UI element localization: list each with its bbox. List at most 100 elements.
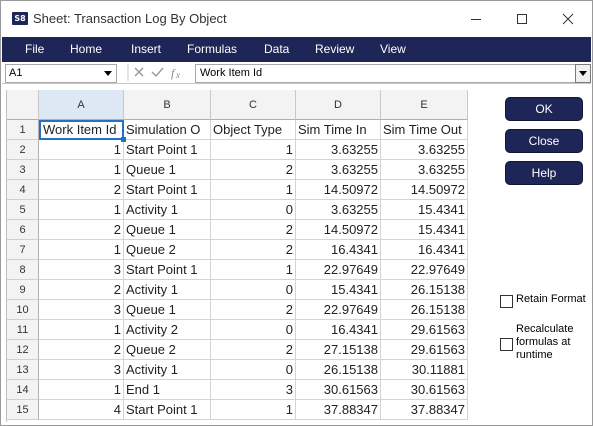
column-header[interactable]: D: [296, 90, 381, 120]
ok-button[interactable]: OK: [506, 98, 582, 120]
table-cell[interactable]: 2: [211, 300, 296, 320]
table-cell[interactable]: 27.15138: [296, 340, 381, 360]
table-cell[interactable]: 0: [211, 320, 296, 340]
table-cell[interactable]: 1: [211, 180, 296, 200]
menu-insert[interactable]: Insert: [131, 42, 161, 56]
table-cell[interactable]: 16.4341: [381, 240, 468, 260]
table-cell[interactable]: 3.63255: [296, 200, 381, 220]
table-cell[interactable]: 15.4341: [381, 220, 468, 240]
table-cell[interactable]: 2: [211, 340, 296, 360]
table-cell[interactable]: Queue 2: [124, 240, 211, 260]
row-header[interactable]: 6: [7, 220, 39, 240]
row-header[interactable]: 3: [7, 160, 39, 180]
table-cell[interactable]: 2: [39, 220, 124, 240]
row-header[interactable]: 9: [7, 280, 39, 300]
header-cell[interactable]: Simulation O: [124, 120, 211, 140]
table-cell[interactable]: 2: [39, 340, 124, 360]
row-header[interactable]: 1: [7, 120, 39, 140]
column-header[interactable]: E: [381, 90, 468, 120]
formula-input[interactable]: Work Item Id: [195, 64, 576, 83]
table-cell[interactable]: 0: [211, 280, 296, 300]
table-cell[interactable]: 22.97649: [381, 260, 468, 280]
row-header[interactable]: 7: [7, 240, 39, 260]
table-cell[interactable]: 1: [39, 320, 124, 340]
column-header[interactable]: B: [124, 90, 211, 120]
table-cell[interactable]: 1: [211, 140, 296, 160]
table-cell[interactable]: 26.15138: [381, 280, 468, 300]
table-cell[interactable]: 37.88347: [296, 400, 381, 420]
recalculate-checkbox[interactable]: [500, 338, 513, 351]
table-cell[interactable]: 3: [39, 300, 124, 320]
close-window-button[interactable]: [545, 1, 591, 37]
cell-reference-box[interactable]: A1: [5, 64, 117, 83]
fill-handle[interactable]: [121, 137, 126, 142]
table-cell[interactable]: Queue 1: [124, 220, 211, 240]
retain-format-checkbox[interactable]: [500, 295, 513, 308]
table-cell[interactable]: 2: [211, 240, 296, 260]
row-header[interactable]: 13: [7, 360, 39, 380]
row-header[interactable]: 8: [7, 260, 39, 280]
menu-home[interactable]: Home: [70, 42, 102, 56]
insert-function-icon[interactable]: f x: [171, 66, 180, 80]
table-cell[interactable]: 22.97649: [296, 300, 381, 320]
table-cell[interactable]: Queue 1: [124, 160, 211, 180]
table-cell[interactable]: 22.97649: [296, 260, 381, 280]
table-cell[interactable]: 1: [39, 240, 124, 260]
table-cell[interactable]: End 1: [124, 380, 211, 400]
row-header[interactable]: 2: [7, 140, 39, 160]
row-header[interactable]: 15: [7, 400, 39, 420]
menu-formulas[interactable]: Formulas: [187, 42, 237, 56]
formula-expand-button[interactable]: [575, 64, 591, 83]
row-header[interactable]: 4: [7, 180, 39, 200]
header-cell[interactable]: Object Type: [211, 120, 296, 140]
retain-format-option[interactable]: Retain Format: [500, 293, 586, 308]
table-cell[interactable]: 30.61563: [381, 380, 468, 400]
column-header[interactable]: C: [211, 90, 296, 120]
menu-file[interactable]: File: [25, 42, 44, 56]
table-cell[interactable]: 15.4341: [381, 200, 468, 220]
table-cell[interactable]: 1: [39, 200, 124, 220]
table-cell[interactable]: 26.15138: [381, 300, 468, 320]
maximize-button[interactable]: [499, 1, 545, 37]
table-cell[interactable]: 2: [211, 220, 296, 240]
table-cell[interactable]: Activity 1: [124, 200, 211, 220]
table-cell[interactable]: 3.63255: [296, 160, 381, 180]
table-cell[interactable]: Queue 2: [124, 340, 211, 360]
table-cell[interactable]: Activity 1: [124, 280, 211, 300]
table-cell[interactable]: 16.4341: [296, 320, 381, 340]
row-header[interactable]: 11: [7, 320, 39, 340]
table-cell[interactable]: 14.50972: [296, 180, 381, 200]
chevron-down-icon[interactable]: [102, 68, 114, 79]
title-bar[interactable]: S8 Sheet: Transaction Log By Object: [1, 1, 592, 37]
table-cell[interactable]: 0: [211, 200, 296, 220]
row-header[interactable]: 14: [7, 380, 39, 400]
table-cell[interactable]: Start Point 1: [124, 400, 211, 420]
table-cell[interactable]: 26.15138: [296, 360, 381, 380]
table-cell[interactable]: 1: [211, 400, 296, 420]
table-cell[interactable]: 3: [211, 380, 296, 400]
table-cell[interactable]: 2: [39, 280, 124, 300]
menu-view[interactable]: View: [380, 42, 406, 56]
header-cell[interactable]: Work Item Id: [39, 120, 124, 140]
table-cell[interactable]: 37.88347: [381, 400, 468, 420]
table-cell[interactable]: 2: [211, 160, 296, 180]
table-cell[interactable]: Activity 2: [124, 320, 211, 340]
table-cell[interactable]: 4: [39, 400, 124, 420]
table-cell[interactable]: 1: [39, 160, 124, 180]
table-cell[interactable]: 16.4341: [296, 240, 381, 260]
table-cell[interactable]: 0: [211, 360, 296, 380]
table-cell[interactable]: Queue 1: [124, 300, 211, 320]
recalculate-option[interactable]: Recalculate formulas at runtime: [500, 323, 573, 362]
table-cell[interactable]: 29.61563: [381, 340, 468, 360]
header-cell[interactable]: Sim Time Out: [381, 120, 468, 140]
table-cell[interactable]: 14.50972: [381, 180, 468, 200]
table-cell[interactable]: 3.63255: [296, 140, 381, 160]
table-cell[interactable]: Start Point 1: [124, 260, 211, 280]
minimize-button[interactable]: [453, 1, 499, 37]
table-cell[interactable]: 14.50972: [296, 220, 381, 240]
menu-review[interactable]: Review: [315, 42, 354, 56]
table-cell[interactable]: 3.63255: [381, 140, 468, 160]
table-cell[interactable]: 3.63255: [381, 160, 468, 180]
table-cell[interactable]: 29.61563: [381, 320, 468, 340]
table-cell[interactable]: 30.61563: [296, 380, 381, 400]
